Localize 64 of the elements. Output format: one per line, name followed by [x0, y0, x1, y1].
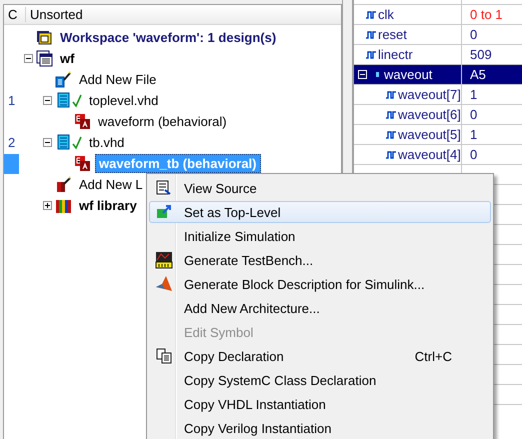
signal-icon: [366, 10, 376, 19]
header-cell[interactable]: C: [4, 7, 26, 22]
signal-icon: [386, 130, 396, 139]
tree-item[interactable]: Add New L: [76, 176, 146, 193]
signal-icon: [386, 110, 396, 119]
workspace-icon: [36, 29, 53, 46]
collapse-toggle[interactable]: [43, 96, 52, 105]
copy-icon: [156, 348, 172, 364]
workspace-title[interactable]: Workspace 'waveform': 1 design(s): [57, 29, 280, 46]
library-icon: [55, 197, 72, 214]
signal-value: 1: [469, 87, 478, 102]
menu-item[interactable]: Add New Architecture...: [149, 297, 491, 319]
line-number: 2: [7, 135, 16, 150]
menu-item[interactable]: Copy VHDL Instantiation: [149, 393, 491, 415]
selected-row[interactable]: waveout A5: [354, 65, 522, 85]
expand-toggle[interactable]: [43, 201, 52, 210]
signal-icon: [366, 50, 376, 59]
collapse-toggle[interactable]: [24, 54, 33, 63]
tree-item[interactable]: Add New File: [76, 71, 160, 88]
signal-value: 0 to 1: [469, 7, 503, 22]
menu-item[interactable]: Initialize Simulation: [149, 225, 491, 247]
signal-name: waveout[5]: [397, 127, 461, 142]
menu-item[interactable]: Generate TestBench...: [149, 249, 491, 271]
signal-name: waveout[7]: [397, 87, 461, 102]
signal-value: 0: [469, 147, 478, 162]
signal-icon: [366, 30, 376, 39]
file-icon: [55, 92, 72, 109]
entity-architecture-icon: [74, 155, 91, 172]
tree-item[interactable]: wf library: [76, 197, 140, 214]
signal-value: 509: [469, 47, 492, 62]
signal-value: 0: [469, 107, 478, 122]
new-file-wand-icon: [55, 71, 72, 88]
signal-name: reset: [377, 27, 407, 42]
matlab-peak-icon: [155, 275, 173, 293]
tree-item[interactable]: tb.vhd: [86, 134, 128, 151]
menu-item[interactable]: Copy Declaration Ctrl+C: [149, 345, 491, 367]
header-cell[interactable]: Unsorted: [26, 7, 87, 22]
signal-value: 0: [469, 27, 478, 42]
menu-item[interactable]: View Source: [149, 177, 491, 199]
entity-architecture-icon: [74, 113, 91, 130]
testbench-icon: [155, 251, 173, 269]
signal-value: A5: [469, 67, 486, 82]
signal-name: linectr: [377, 47, 413, 62]
line-number: 1: [7, 93, 16, 108]
tree-item[interactable]: waveform (behavioral): [95, 113, 230, 130]
tree-item[interactable]: wf: [57, 50, 78, 67]
file-icon: [55, 134, 72, 151]
design-icon: [36, 50, 53, 67]
signal-name: waveout[6]: [397, 107, 461, 122]
document-arrow-icon: [156, 180, 172, 196]
library-wand-icon: [55, 176, 72, 193]
signal-icon: [386, 150, 396, 159]
collapse-toggle[interactable]: [43, 138, 52, 147]
signal-name: waveout[4]: [397, 147, 461, 162]
menu-item[interactable]: Copy SystemC Class Declaration: [149, 369, 491, 391]
menu-item[interactable]: Generate Block Description for Simulink...: [149, 273, 491, 295]
top-level-icon: [156, 204, 172, 220]
tree-item[interactable]: toplevel.vhd: [86, 92, 162, 109]
signal-value: 1: [469, 127, 478, 142]
signal-name: waveout: [383, 67, 432, 82]
menu-item[interactable]: Set as Top-Level: [149, 201, 491, 223]
menu-item[interactable]: Copy Verilog Instantiation: [149, 417, 491, 439]
signal-name: clk: [377, 7, 394, 22]
signal-icon: [386, 90, 396, 99]
